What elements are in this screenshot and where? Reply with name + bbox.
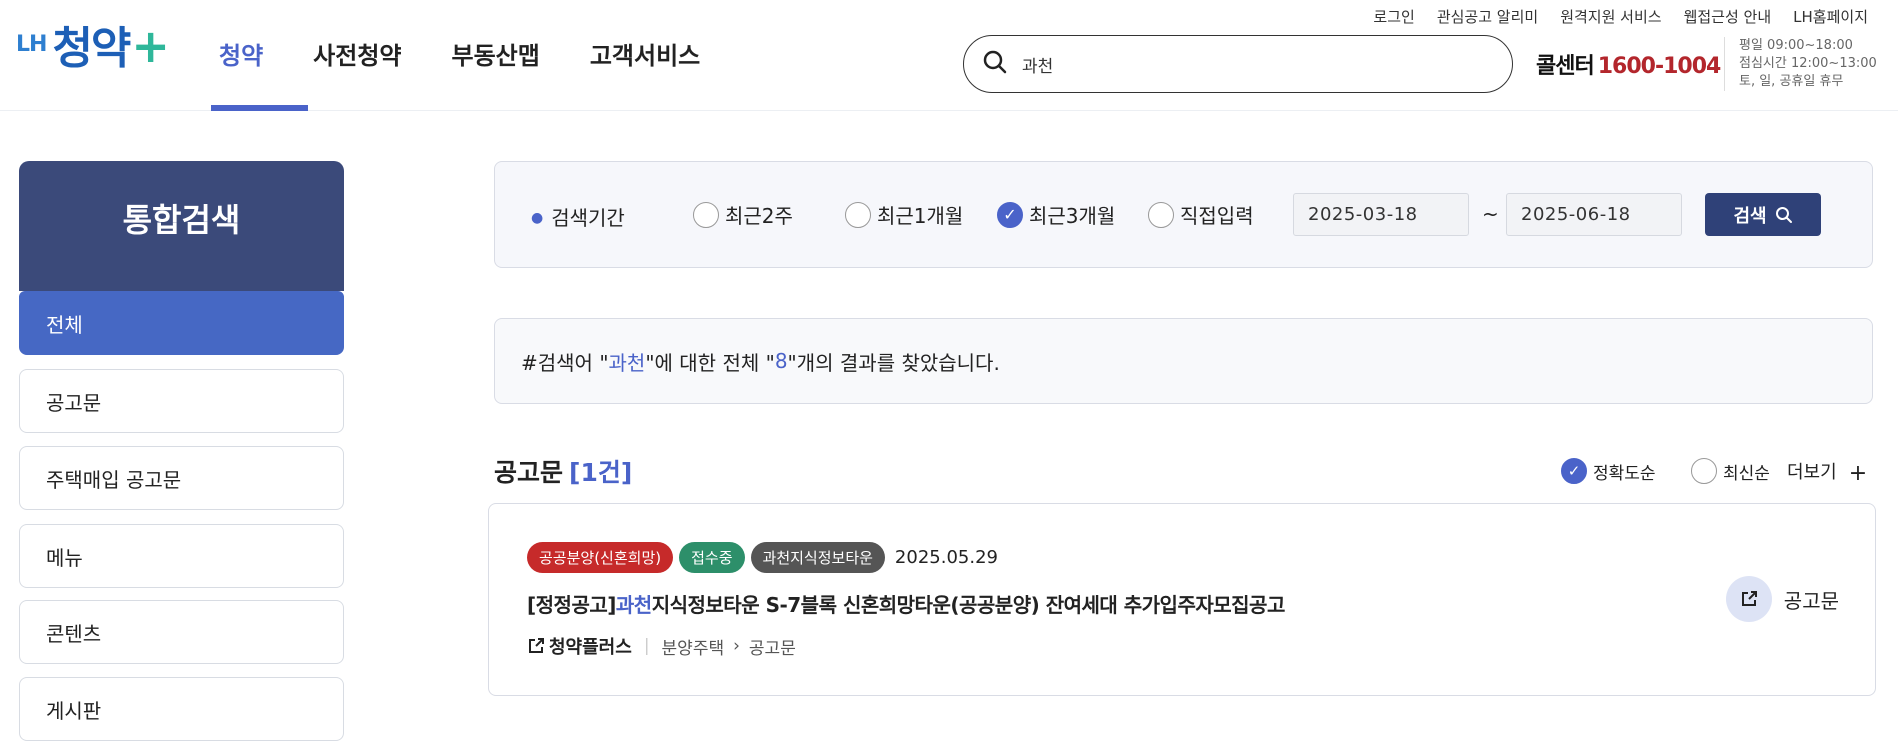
gnb-label: 청약 (219, 42, 264, 70)
radio-circle-icon (1691, 458, 1717, 484)
title-rest: 지식정보타운 S-7블록 신혼희망타운(공공분양) 잔여세대 추가입주자모집공고 (651, 593, 1286, 617)
summary-keyword: 과천 (608, 350, 646, 375)
result-card[interactable]: 공공분양(신혼희망) 접수중 과천지식정보타운 2025.05.29 [정정공고… (488, 503, 1876, 696)
remote-support-link[interactable]: 원격지원 서비스 (1560, 6, 1661, 27)
sidebar-item-all[interactable]: 전체 (19, 291, 344, 355)
global-nav: 청약 사전청약 부동산맵 고객서비스 (211, 0, 750, 111)
alert-link[interactable]: 관심공고 알리미 (1437, 6, 1538, 27)
radio-custom[interactable]: 직접입력 (1148, 200, 1254, 229)
more-label: 더보기 (1787, 462, 1837, 483)
search-button-label: 검색 (1733, 205, 1767, 227)
period-label: ● 검색기간 (531, 202, 625, 231)
more-button[interactable]: 더보기 + (1787, 458, 1867, 486)
login-link[interactable]: 로그인 (1373, 6, 1414, 27)
sort-label: 정확도순 (1593, 463, 1656, 484)
result-breadcrumb: 청약플러스 | 분양주택 › 공고문 (527, 633, 796, 659)
title-prefix: [정정공고] (527, 593, 616, 617)
badge-row: 공공분양(신혼희망) 접수중 과천지식정보타운 2025.05.29 (527, 542, 998, 573)
sidebar-item-notices[interactable]: 공고문 (19, 369, 344, 433)
gnb-item-realestate-map[interactable]: 부동산맵 (452, 0, 540, 111)
hours-lunch: 점심시간 12:00~13:00 (1739, 56, 1877, 71)
site-name[interactable]: 청약플러스 (549, 633, 632, 659)
plus-icon: + (1848, 461, 1868, 486)
active-nav-underline (211, 105, 309, 111)
notice-date: 2025.05.29 (894, 547, 998, 568)
search-icon (1775, 206, 1793, 224)
doc-link-label: 공고문 (1783, 588, 1839, 613)
radio-label: 최근3개월 (1029, 204, 1116, 228)
subcategory: 공고문 (748, 638, 796, 659)
sidebar-item-housing-purchase[interactable]: 주택매입 공고문 (19, 446, 344, 510)
lh-home-link[interactable]: LH홈페이지 (1793, 6, 1868, 27)
radio-label: 최근1개월 (877, 204, 964, 228)
search-icon[interactable] (982, 49, 1008, 79)
utility-links: 로그인 관심공고 알리미 원격지원 서비스 웹접근성 안내 LH홈페이지 (1351, 6, 1868, 27)
sort-latest[interactable]: 최신순 (1691, 458, 1770, 484)
callcenter: 콜센터 1600-1004 (1536, 48, 1722, 80)
radio-1month[interactable]: 최근1개월 (845, 200, 963, 229)
radio-label: 직접입력 (1180, 204, 1254, 228)
site-header: LH 청약 + 청약 사전청약 부동산맵 고객서비스 로그인 관심공고 알리미 … (0, 0, 1898, 111)
logo-plus-mark: + (131, 19, 170, 73)
radio-circle-icon (693, 201, 719, 228)
notice-title[interactable]: [정정공고]과천지식정보타운 S-7블록 신혼희망타운(공공분양) 잔여세대 추… (527, 589, 1285, 618)
gnb-item-cheongyak[interactable]: 청약 (211, 0, 309, 111)
status-badge: 접수중 (679, 542, 745, 573)
callcenter-hours: 평일 09:00~18:00 점심시간 12:00~13:00 토, 일, 공휴… (1724, 37, 1877, 91)
period-label-text: 검색기간 (551, 206, 625, 230)
global-search-box (963, 35, 1513, 93)
sidebar-title: 통합검색 (19, 161, 344, 291)
hours-weekday: 평일 09:00~18:00 (1739, 38, 1853, 53)
gnb-item-pre-subscription[interactable]: 사전청약 (313, 0, 401, 111)
section-title-text: 공고문 (494, 458, 564, 487)
chevron-right-icon: › (733, 636, 740, 656)
divider: | (643, 636, 650, 656)
type-badge: 공공분양(신혼희망) (527, 542, 674, 573)
radio-3months[interactable]: ✓ 최근3개월 (997, 200, 1115, 229)
category: 분양주택 (661, 638, 725, 659)
sidebar-item-board[interactable]: 게시판 (19, 677, 344, 741)
callcenter-number: 1600-1004 (1597, 54, 1722, 79)
logo-lh-text: LH (16, 32, 47, 57)
bullet-icon: ● (531, 210, 544, 226)
radio-label: 최근2주 (725, 204, 793, 228)
sort-accuracy[interactable]: ✓ 정확도순 (1561, 458, 1656, 484)
check-icon: ✓ (1561, 458, 1587, 484)
sidebar-item-contents[interactable]: 콘텐츠 (19, 600, 344, 664)
end-date-input[interactable]: 2025-06-18 (1506, 193, 1682, 236)
title-keyword: 과천 (615, 593, 652, 617)
summary-count: 8 (774, 349, 788, 373)
radio-2weeks[interactable]: 최근2주 (693, 200, 793, 229)
date-range-tilde: ~ (1482, 202, 1499, 226)
external-link-icon (527, 637, 545, 655)
section-title: 공고문 [1건] (494, 453, 632, 489)
sort-label: 최신순 (1723, 463, 1770, 484)
period-search-button[interactable]: 검색 (1705, 193, 1821, 236)
sidebar-item-menu[interactable]: 메뉴 (19, 524, 344, 588)
notice-document-link[interactable]: 공고문 (1725, 576, 1839, 622)
result-summary: #검색어 " 과천 "에 대한 전체 " 8 "개의 결과를 찾았습니다. (494, 318, 1873, 404)
start-date-input[interactable]: 2025-03-18 (1293, 193, 1469, 236)
lh-logo[interactable]: LH 청약 + (16, 22, 170, 86)
gnb-item-customer-service[interactable]: 고객서비스 (590, 0, 700, 111)
logo-main-text: 청약 (52, 23, 131, 74)
summary-middle: "에 대한 전체 " (645, 350, 775, 375)
check-icon: ✓ (997, 201, 1023, 228)
summary-suffix: "개의 결과를 찾았습니다. (787, 350, 1000, 375)
section-count: [1건] (569, 458, 633, 487)
callcenter-label: 콜센터 (1536, 54, 1595, 79)
accessibility-link[interactable]: 웹접근성 안내 (1684, 6, 1772, 27)
hours-holiday: 토, 일, 공휴일 휴무 (1739, 74, 1844, 89)
period-filter: ● 검색기간 최근2주 최근1개월 ✓ 최근3개월 직접입력 2025-03-18 … (494, 161, 1873, 268)
external-link-icon (1725, 576, 1772, 622)
summary-prefix: #검색어 " (521, 350, 609, 375)
region-badge: 과천지식정보타운 (750, 542, 885, 573)
radio-circle-icon (1148, 201, 1174, 228)
radio-circle-icon (845, 201, 871, 228)
search-input[interactable] (1020, 53, 1460, 75)
